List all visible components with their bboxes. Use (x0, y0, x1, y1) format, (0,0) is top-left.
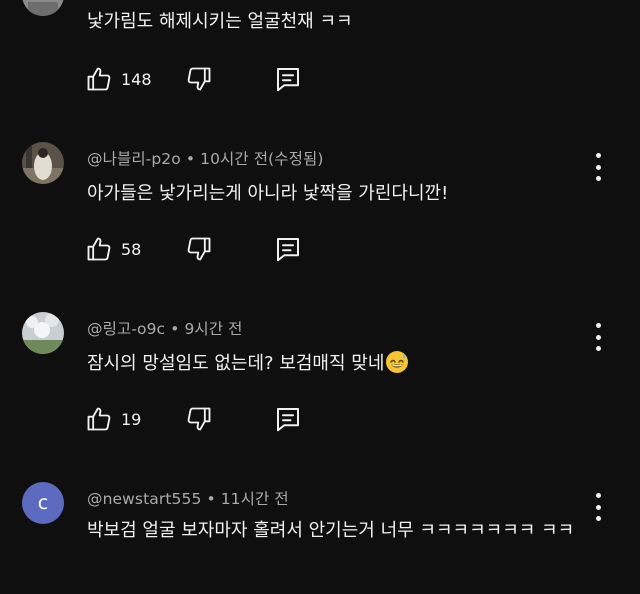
timestamp: 10시간 전(수정됨) (200, 150, 324, 168)
like-button[interactable]: 19 (85, 404, 141, 434)
thumbs-down-icon (187, 237, 211, 261)
avatar[interactable] (22, 142, 64, 184)
more-options-icon[interactable] (588, 323, 608, 351)
reply-comment-icon (277, 238, 299, 262)
reply-button[interactable] (273, 404, 303, 434)
avatar[interactable] (22, 312, 64, 354)
timestamp: 9시간 전 (184, 320, 243, 338)
comment-meta: @newstart555 • 11시간 전 (87, 487, 289, 509)
author-name[interactable]: @나블리-p2o (87, 150, 181, 168)
thumbs-up-icon (87, 67, 111, 91)
reply-button[interactable] (273, 234, 303, 264)
reply-comment-icon (277, 68, 299, 92)
separator-dot: • (206, 490, 216, 508)
timestamp: 11시간 전 (220, 490, 289, 508)
comment-item: 낯가림도 해제시키는 얼굴천재 ㅋㅋ 148 (0, 0, 640, 110)
comment-item: @나블리-p2o • 10시간 전(수정됨) 아가들은 낯가리는게 아니라 낯짝을 … (0, 142, 640, 292)
comment-actions: 58 (85, 234, 315, 264)
dislike-button[interactable] (185, 234, 213, 264)
comment-item: c @newstart555 • 11시간 전 박보검 얼굴 보자마자 홀려서 안기… (0, 482, 640, 594)
dislike-button[interactable] (185, 64, 213, 94)
comment-meta: @링고-o9c • 9시간 전 (87, 317, 243, 339)
comment-text: 아가들은 낯가리는게 아니라 낯짝을 가린다니깐! (87, 183, 449, 204)
comment-text: 잠시의 망설임도 없는데? 보검매직 맞네 (87, 349, 607, 379)
comment-text: 낯가림도 해제시키는 얼굴천재 ㅋㅋ (87, 11, 353, 32)
thumbs-up-icon (87, 237, 111, 261)
more-options-icon[interactable] (588, 153, 608, 181)
like-button[interactable]: 58 (85, 234, 141, 264)
comment-text-body: 잠시의 망설임도 없는데? 보검매직 맞네 (87, 353, 385, 374)
comment-text: 박보검 얼굴 보자마자 홀려서 안기는거 너무 ㅋㅋㅋㅋㅋㅋㅋ ㅋㅋ (87, 520, 575, 541)
more-options-icon[interactable] (588, 493, 608, 521)
reply-button[interactable] (273, 64, 303, 94)
like-count: 19 (121, 409, 142, 429)
like-count: 148 (121, 69, 152, 89)
like-count: 58 (121, 239, 142, 259)
sweat-smile-emoji-icon (386, 351, 409, 373)
comment-actions: 19 (85, 404, 315, 434)
thumbs-up-icon (87, 407, 111, 431)
author-name[interactable]: @링고-o9c (87, 320, 165, 338)
separator-dot: • (185, 150, 196, 168)
comment-meta: @나블리-p2o • 10시간 전(수정됨) (87, 147, 324, 169)
comment-item: @링고-o9c • 9시간 전 잠시의 망설임도 없는데? 보검매직 맞네 19 (0, 312, 640, 462)
reply-comment-icon (277, 408, 299, 432)
thumbs-down-icon (187, 407, 211, 431)
avatar[interactable] (22, 0, 64, 16)
comment-actions: 148 (85, 64, 315, 94)
dislike-button[interactable] (185, 404, 213, 434)
author-name[interactable]: @newstart555 (87, 490, 201, 508)
separator-dot: • (170, 320, 180, 338)
like-button[interactable]: 148 (85, 64, 152, 94)
thumbs-down-icon (187, 67, 211, 91)
avatar[interactable]: c (22, 482, 64, 524)
